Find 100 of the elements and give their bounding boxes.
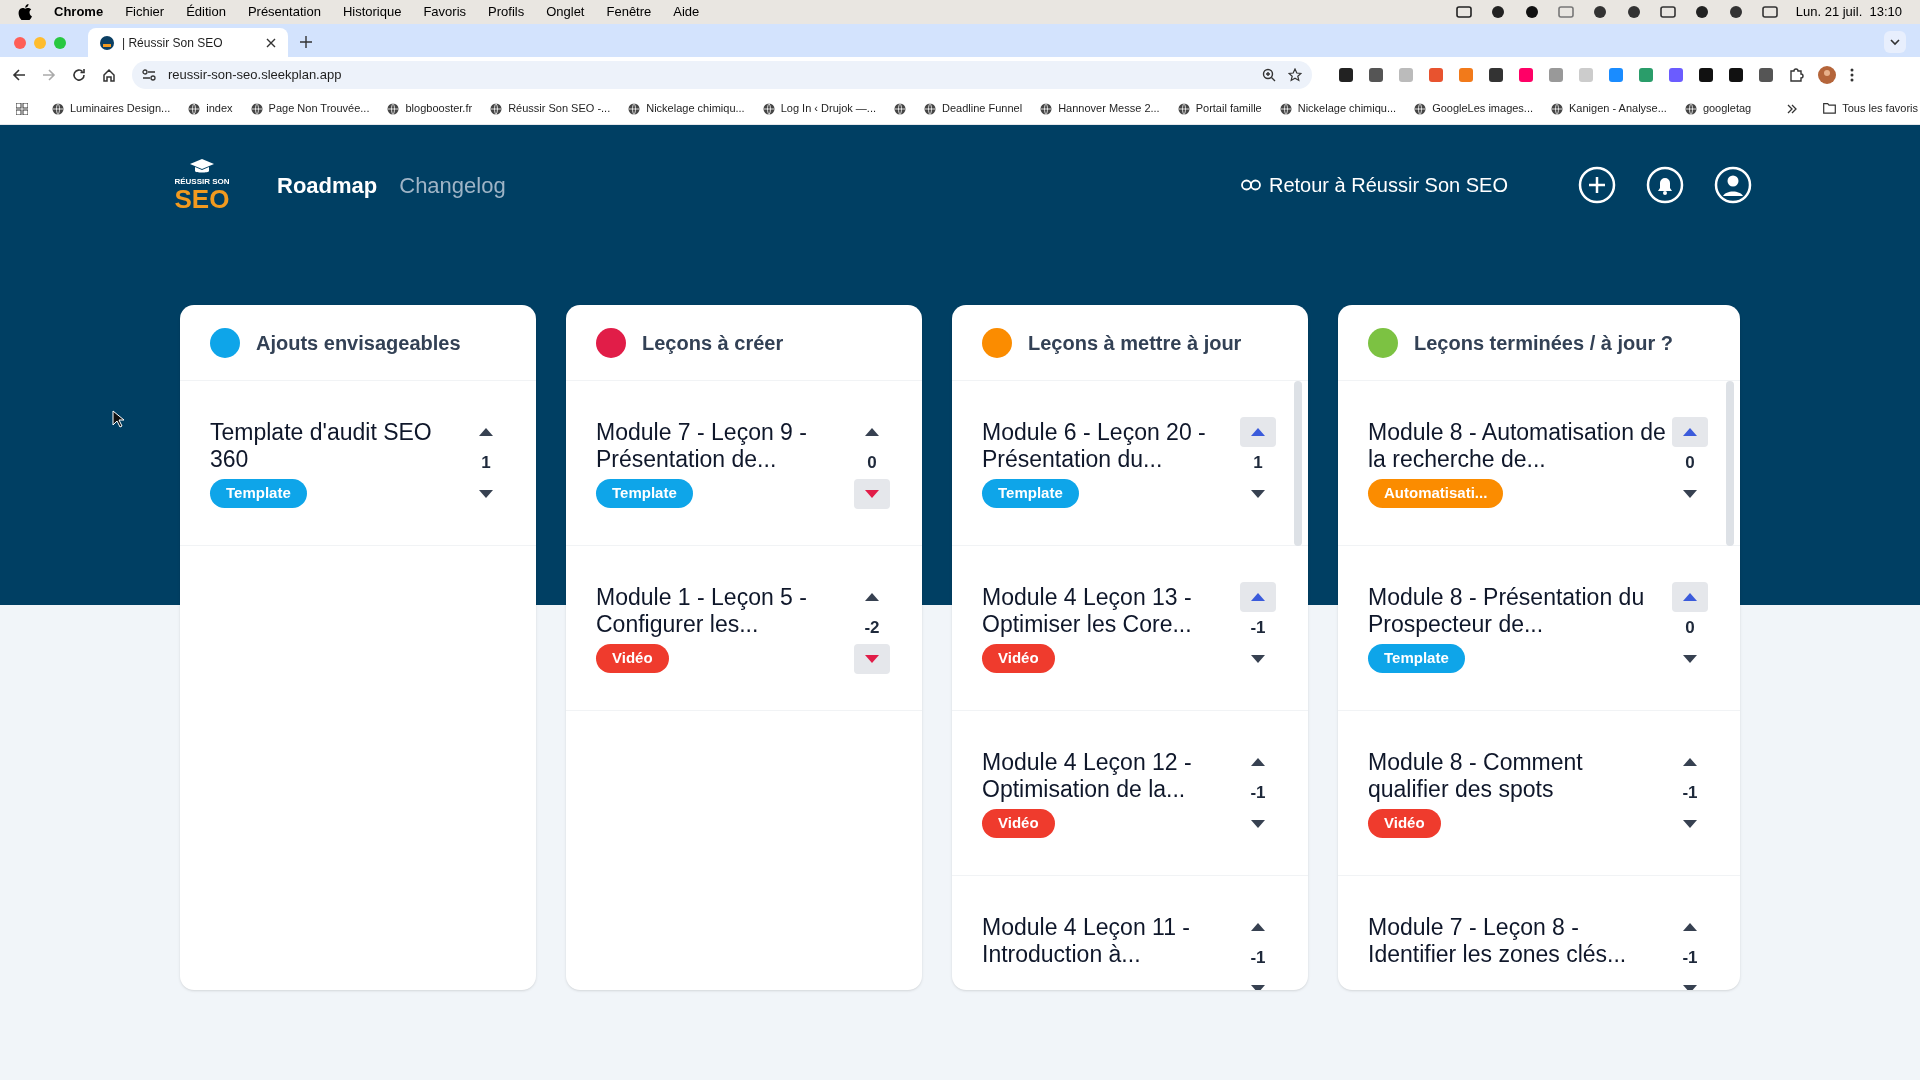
extension-icon[interactable] [1338, 67, 1354, 83]
upvote-button[interactable] [1672, 582, 1708, 612]
menu-item[interactable]: Fichier [125, 2, 165, 22]
tag[interactable]: Vidéo [596, 644, 669, 673]
post-title[interactable]: Module 4 Leçon 11 - Introduction à... [982, 914, 1234, 968]
menu-item[interactable]: Favoris [423, 2, 467, 22]
globe-icon [1684, 102, 1697, 115]
address-bar[interactable]: reussir-son-seo.sleekplan.app [132, 61, 1312, 89]
apps-icon[interactable] [16, 102, 28, 115]
back-icon[interactable] [12, 68, 26, 82]
puzzle-icon[interactable] [1788, 67, 1804, 83]
status-icon[interactable] [1659, 5, 1676, 19]
user-icon[interactable] [1714, 166, 1752, 204]
vote-count: 1 [481, 453, 491, 473]
bookmark[interactable]: Deadline Funnel [924, 100, 1023, 117]
post-title[interactable]: Module 4 Leçon 12 - Optimisation de la... [982, 749, 1234, 803]
bell-icon[interactable] [1646, 166, 1684, 204]
menu-item[interactable]: Profils [488, 2, 525, 22]
vote-count: 0 [1685, 618, 1695, 638]
triangle-up-icon [1251, 428, 1265, 436]
avatar-icon[interactable] [1818, 66, 1836, 84]
bookmark[interactable]: Luminaires Design... [52, 100, 171, 117]
globe-icon[interactable] [894, 102, 907, 115]
post-title[interactable]: Module 1 - Leçon 5 - Configurer les... [596, 584, 848, 638]
menu-item[interactable]: Fenêtre [606, 2, 652, 22]
post-title[interactable]: Module 8 - Présentation du Prospecteur de... [1368, 584, 1666, 638]
post-title[interactable]: Module 8 - Automatisation de la recherche de... [1368, 419, 1666, 473]
caret-icon[interactable] [1890, 37, 1900, 47]
globe-icon [52, 102, 64, 115]
vote-count: -2 [864, 618, 880, 638]
back-link[interactable]: Retour à Réussir Son SEO [1241, 170, 1508, 200]
nav-tab[interactable]: Roadmap [277, 168, 378, 202]
triangle-up-icon [865, 428, 879, 436]
globe-icon [250, 102, 263, 115]
triangle-up-icon [1251, 923, 1265, 931]
menu-item[interactable]: Onglet [546, 2, 585, 22]
more-bookmarks-icon[interactable] [1787, 103, 1798, 114]
tag[interactable]: Vidéo [982, 809, 1055, 838]
extension-icon[interactable] [1758, 67, 1774, 83]
upvote-button[interactable] [1672, 417, 1708, 447]
triangle-down-icon [1683, 490, 1697, 498]
post-title[interactable]: Module 7 - Leçon 8 - Identifier les zones clés... [1368, 914, 1666, 968]
home-icon[interactable] [102, 68, 116, 82]
extension-icon[interactable] [1728, 67, 1744, 83]
tag[interactable]: Vidéo [982, 644, 1055, 673]
bookmark[interactable]: Nickelage chimiqu... [1279, 100, 1397, 117]
menu-item[interactable]: Présentation [247, 2, 321, 22]
scrollbar[interactable] [1294, 381, 1302, 546]
status-icon[interactable] [1693, 5, 1710, 19]
menu-item[interactable]: Historique [342, 2, 402, 22]
status-icon[interactable] [1761, 5, 1778, 19]
close-icon[interactable] [266, 37, 276, 48]
star-icon[interactable] [1288, 68, 1302, 82]
scrollbar[interactable] [1726, 381, 1734, 546]
bookmark[interactable]: index [188, 100, 233, 117]
triangle-up-icon [1683, 428, 1697, 436]
triangle-down-icon [1251, 490, 1265, 498]
bookmark[interactable]: Nickelage chimiqu... [628, 100, 745, 117]
vote-count: -1 [1250, 948, 1266, 968]
new-tab-icon[interactable] [300, 36, 312, 48]
logo[interactable]: RÉUSSIR SON SEO [171, 158, 233, 212]
tag[interactable]: Vidéo [1368, 809, 1441, 838]
menu-icon[interactable] [1850, 68, 1854, 82]
bookmark[interactable]: GoogleLes images... [1414, 100, 1534, 117]
browser-tab[interactable]: | Réussir Son SEO [88, 28, 288, 57]
nav-tab[interactable]: Changelog [399, 168, 506, 202]
bookmark[interactable]: Portail famille [1177, 100, 1262, 117]
bookmark[interactable]: Log In ‹ Drujok —... [762, 100, 877, 117]
status-icon[interactable] [1523, 5, 1540, 19]
bookmark[interactable]: Kanigen - Analyse... [1551, 100, 1667, 117]
status-icon[interactable] [1727, 5, 1744, 19]
triangle-down-icon [1683, 820, 1697, 828]
post-title[interactable]: Template d'audit SEO 360 [210, 419, 462, 473]
menu-item[interactable]: Édition [186, 2, 226, 22]
triangle-up-icon [479, 428, 493, 436]
post-title[interactable]: Module 8 - Comment qualifier des spots [1368, 749, 1666, 803]
status-icon[interactable] [1591, 5, 1608, 19]
menu-item[interactable]: Aide [673, 2, 700, 22]
post-title[interactable]: Module 4 Leçon 13 - Optimiser les Core... [982, 584, 1234, 638]
upvote-button[interactable] [1240, 582, 1276, 612]
bookmark[interactable]: Hannover Messe 2... [1040, 100, 1160, 117]
add-icon[interactable] [1578, 166, 1616, 204]
bookmark[interactable]: Page Non Trouvée... [250, 100, 370, 117]
bookmark[interactable]: Tous les favoris [1823, 100, 1918, 117]
bookmark[interactable]: Réussir Son SEO -... [490, 100, 611, 117]
status-icon[interactable] [1489, 5, 1506, 19]
bookmark[interactable]: blogbooster.fr [387, 100, 473, 117]
post-title[interactable]: Module 7 - Leçon 9 - Présentation de... [596, 419, 848, 473]
extension-icon[interactable] [1488, 67, 1504, 83]
status-icon[interactable] [1455, 5, 1472, 19]
menu-item[interactable]: Chrome [54, 2, 104, 22]
extension-icon[interactable] [1368, 67, 1384, 83]
bookmark[interactable]: googletag [1684, 100, 1752, 117]
reload-icon[interactable] [72, 68, 86, 82]
post-title[interactable]: Module 6 - Leçon 20 - Présentation du... [982, 419, 1234, 473]
zoom-icon[interactable] [1262, 68, 1276, 82]
column-title: Leçons à créer [642, 330, 784, 356]
extension-icon[interactable] [1698, 67, 1714, 83]
status-icon[interactable] [1625, 5, 1642, 19]
upvote-button[interactable] [1240, 417, 1276, 447]
